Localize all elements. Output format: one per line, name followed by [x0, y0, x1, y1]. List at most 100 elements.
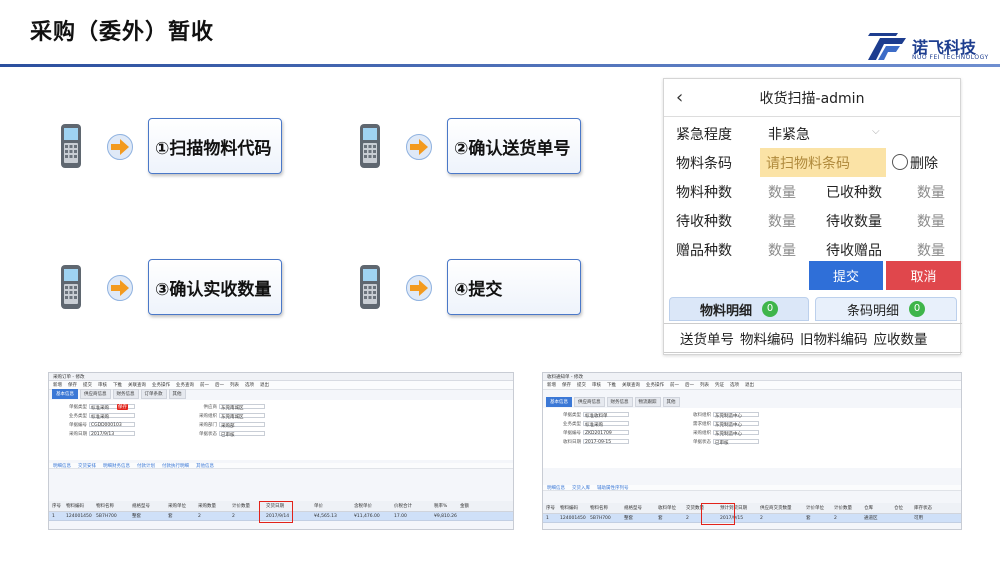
chevron-left-icon[interactable]: ‹	[676, 87, 683, 108]
field-input[interactable]: 标准采购	[89, 413, 135, 420]
toolbar-button[interactable]: 关联查询	[622, 382, 640, 388]
toolbar-button[interactable]: 下推	[607, 382, 616, 388]
toolbar-button[interactable]: 选项	[730, 382, 739, 388]
grid-cell: 2	[198, 513, 201, 519]
field-input[interactable]: 东莞南城区	[219, 404, 265, 411]
field-input[interactable]: 2017/9/13	[89, 431, 135, 437]
toolbar-button[interactable]: 提交	[83, 382, 92, 388]
toolbar-button[interactable]: 选项	[245, 382, 254, 388]
gift-qty-value: 数量	[917, 243, 945, 259]
form-field: 单据编号 CGDD000103	[57, 422, 147, 428]
toolbar-button[interactable]: 列表	[700, 382, 709, 388]
field-input[interactable]: 2017-09-15	[583, 439, 629, 445]
erp-tabbar: 基本信息 供应商信息 财务信息 物流跟踪 其他	[543, 397, 961, 407]
toolbar-button[interactable]: 保存	[68, 382, 77, 388]
erp-tab[interactable]: 财务信息	[606, 397, 633, 407]
header-divider	[0, 64, 1000, 67]
grid-column-header: 物料编码	[560, 506, 578, 511]
mobile-header: ‹ 收货扫描-admin	[664, 79, 960, 117]
toolbar-button[interactable]: 业务操作	[646, 382, 664, 388]
submit-button[interactable]: 提交	[809, 261, 883, 290]
erp-subtab[interactable]: 辅助属性序列号	[597, 485, 629, 491]
toolbar-button[interactable]: 后一	[685, 382, 694, 388]
toolbar-button[interactable]: 前一	[200, 382, 209, 388]
erp-tab[interactable]: 基本信息	[52, 389, 78, 399]
erp-subtab[interactable]: 明细信息	[53, 463, 71, 469]
toolbar-button[interactable]: 凭证	[715, 382, 724, 388]
table-row[interactable]: 1 124001450 5B7H700 整套套 2 2017/9/15 2 套 2 通道区 可用	[543, 514, 961, 523]
toolbar-button[interactable]: 业务操作	[152, 382, 170, 388]
field-input[interactable]: CGDD000103	[89, 422, 135, 428]
form-field: 业务类型 标准采购	[551, 421, 641, 428]
toolbar-button[interactable]: 新增	[53, 382, 62, 388]
toolbar-button[interactable]: 列表	[230, 382, 239, 388]
toolbar-button[interactable]: 关联查询	[128, 382, 146, 388]
grid-cell: 套	[806, 516, 811, 521]
grid-cell: ¥9,810.26	[434, 513, 457, 519]
status-stamp: 保存	[117, 404, 128, 410]
barcode-input[interactable]: 请扫物料条码	[760, 148, 886, 177]
column-header: 送货单号	[680, 332, 734, 348]
step-2-box: ②确认送货单号	[447, 118, 581, 174]
erp-subtab[interactable]: 明细财务信息	[103, 463, 130, 469]
toolbar-button[interactable]: 下推	[113, 382, 122, 388]
form-field: 单据编号 ZKD201709	[551, 430, 641, 436]
urgency-value[interactable]: 非紧急	[768, 124, 810, 144]
toolbar-button[interactable]: 后一	[215, 382, 224, 388]
handheld-scanner-icon	[360, 265, 380, 309]
erp-subtab[interactable]: 交货安排	[78, 463, 96, 469]
erp-subtab[interactable]: 其他信息	[196, 463, 214, 469]
toolbar-button[interactable]: 退出	[745, 382, 754, 388]
erp-tab[interactable]: 基本信息	[546, 397, 572, 407]
barcode-count-badge: 0	[909, 301, 925, 317]
toolbar-button[interactable]: 业务查询	[176, 382, 194, 388]
field-input[interactable]: ZKD201709	[583, 430, 629, 436]
field-label: 单据编号	[69, 423, 87, 428]
grid-cell: 124001450	[560, 515, 586, 521]
field-input[interactable]: 标准采购	[583, 421, 629, 428]
erp-subtab[interactable]: 明细信息	[547, 485, 565, 491]
erp-tab[interactable]: 供应商信息	[574, 397, 605, 407]
toolbar-button[interactable]: 审核	[98, 382, 107, 388]
erp-tab[interactable]: 供应商信息	[80, 389, 111, 399]
urgency-row[interactable]: 紧急程度 非紧急 ⌵	[664, 119, 962, 148]
handheld-scanner-icon	[61, 124, 81, 168]
erp-tab[interactable]: 其他	[168, 389, 186, 399]
toolbar-button[interactable]: 审核	[592, 382, 601, 388]
toolbar-button[interactable]: 新增	[547, 382, 556, 388]
grid-column-header: 序号	[52, 504, 61, 509]
field-label: 单据状态	[199, 432, 217, 437]
erp-tab[interactable]: 物流跟踪	[634, 397, 661, 407]
toolbar-button[interactable]: 保存	[562, 382, 571, 388]
field-input[interactable]: 东莞南城区	[219, 413, 265, 420]
chevron-down-icon[interactable]: ⌵	[872, 126, 880, 137]
erp-subtab[interactable]: 付款计划	[137, 463, 155, 469]
form-field: 采购组织 东莞制造中心	[681, 430, 771, 437]
field-input[interactable]: 东莞制造中心	[713, 430, 759, 437]
tab-barcode-details[interactable]: 条码明细 0	[815, 297, 957, 321]
field-input[interactable]: 东莞制造中心	[713, 421, 759, 428]
field-input[interactable]: 标准收料单	[583, 412, 629, 419]
grid-column-header: 物料名称	[96, 504, 114, 509]
toolbar-button[interactable]: 退出	[260, 382, 269, 388]
toolbar-button[interactable]: 提交	[577, 382, 586, 388]
grid-column-header: 含税单价	[354, 504, 372, 509]
erp-subtab[interactable]: 付款执行明细	[162, 463, 189, 469]
grid-cell: 5B7H700	[96, 513, 117, 519]
field-input[interactable]: 东莞制造中心	[713, 412, 759, 419]
field-input[interactable]: 标准采购	[89, 404, 135, 411]
grid-column-header: 物料名称	[590, 506, 608, 511]
erp-tab[interactable]: 财务信息	[112, 389, 139, 399]
field-label: 采购日期	[69, 432, 87, 437]
cancel-button[interactable]: 取消	[886, 261, 961, 290]
field-input[interactable]: 已审核	[219, 431, 265, 438]
tab-item-details[interactable]: 物料明细 0	[669, 297, 809, 321]
field-input[interactable]: 采购部	[219, 422, 265, 429]
delete-radio[interactable]	[892, 154, 908, 170]
grid-column-header: 价税合计	[394, 504, 412, 509]
field-input[interactable]: 已审核	[713, 439, 759, 446]
toolbar-button[interactable]: 前一	[670, 382, 679, 388]
erp-tab[interactable]: 订单条款	[140, 389, 167, 399]
erp-tab[interactable]: 其他	[662, 397, 680, 407]
erp-subtab[interactable]: 交货入库	[572, 485, 590, 491]
